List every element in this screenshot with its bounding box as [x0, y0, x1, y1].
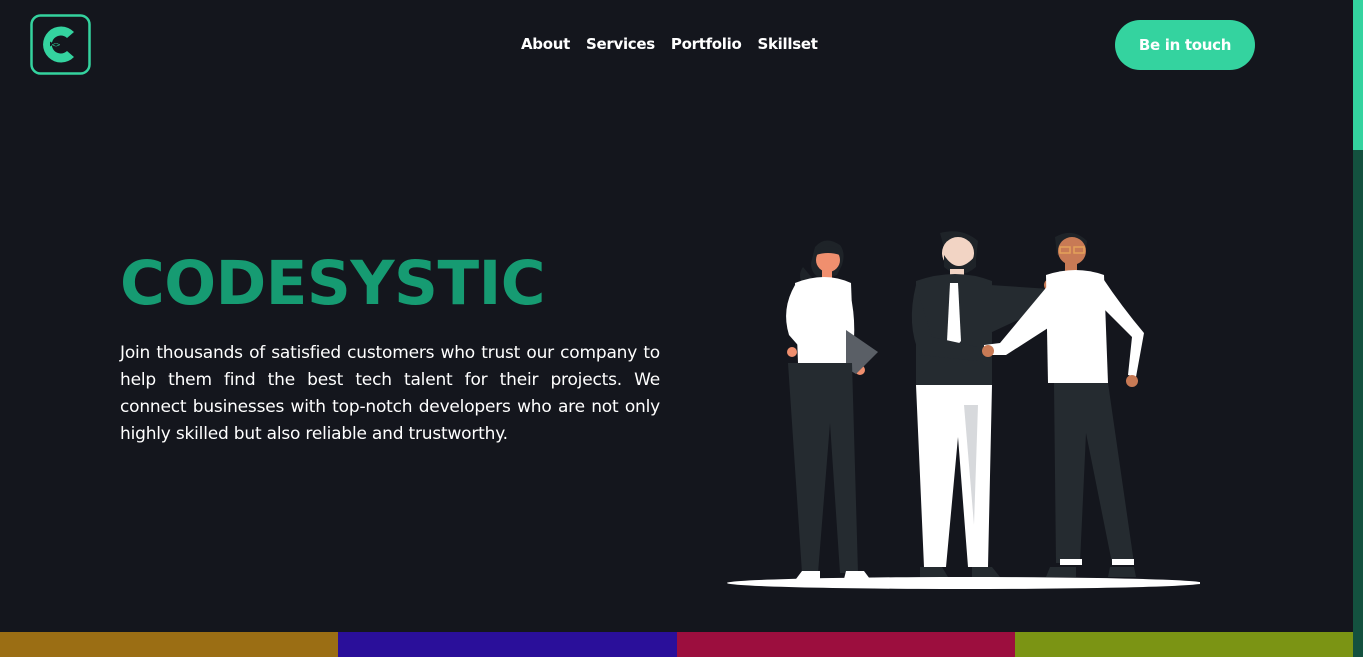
- color-segment-1: [0, 632, 339, 657]
- color-segment-2: [338, 632, 677, 657]
- hero-description: Join thousands of satisfied customers wh…: [120, 343, 660, 444]
- svg-text:<>: <>: [52, 41, 60, 49]
- color-segment-4: [1014, 632, 1353, 657]
- logo-icon[interactable]: <>: [30, 14, 91, 75]
- hero-title: CODESYSTIC: [120, 248, 546, 319]
- nav-skillset[interactable]: Skillset: [758, 35, 818, 53]
- team-handshake-illustration: [720, 225, 1203, 595]
- woman-figure: [786, 240, 878, 579]
- scrollbar-thumb[interactable]: [1353, 0, 1363, 150]
- scrollbar-track[interactable]: [1353, 150, 1363, 657]
- nav-portfolio[interactable]: Portfolio: [671, 35, 742, 53]
- nav-about[interactable]: About: [521, 35, 570, 53]
- bearded-man-figure: [911, 231, 1056, 577]
- main-nav: About Services Portfolio Skillset: [521, 35, 818, 53]
- nav-services[interactable]: Services: [586, 35, 655, 53]
- bottom-color-bar: [0, 632, 1353, 657]
- glasses-man-figure: [982, 232, 1144, 577]
- color-segment-3: [676, 632, 1015, 657]
- be-in-touch-button[interactable]: Be in touch: [1115, 20, 1255, 70]
